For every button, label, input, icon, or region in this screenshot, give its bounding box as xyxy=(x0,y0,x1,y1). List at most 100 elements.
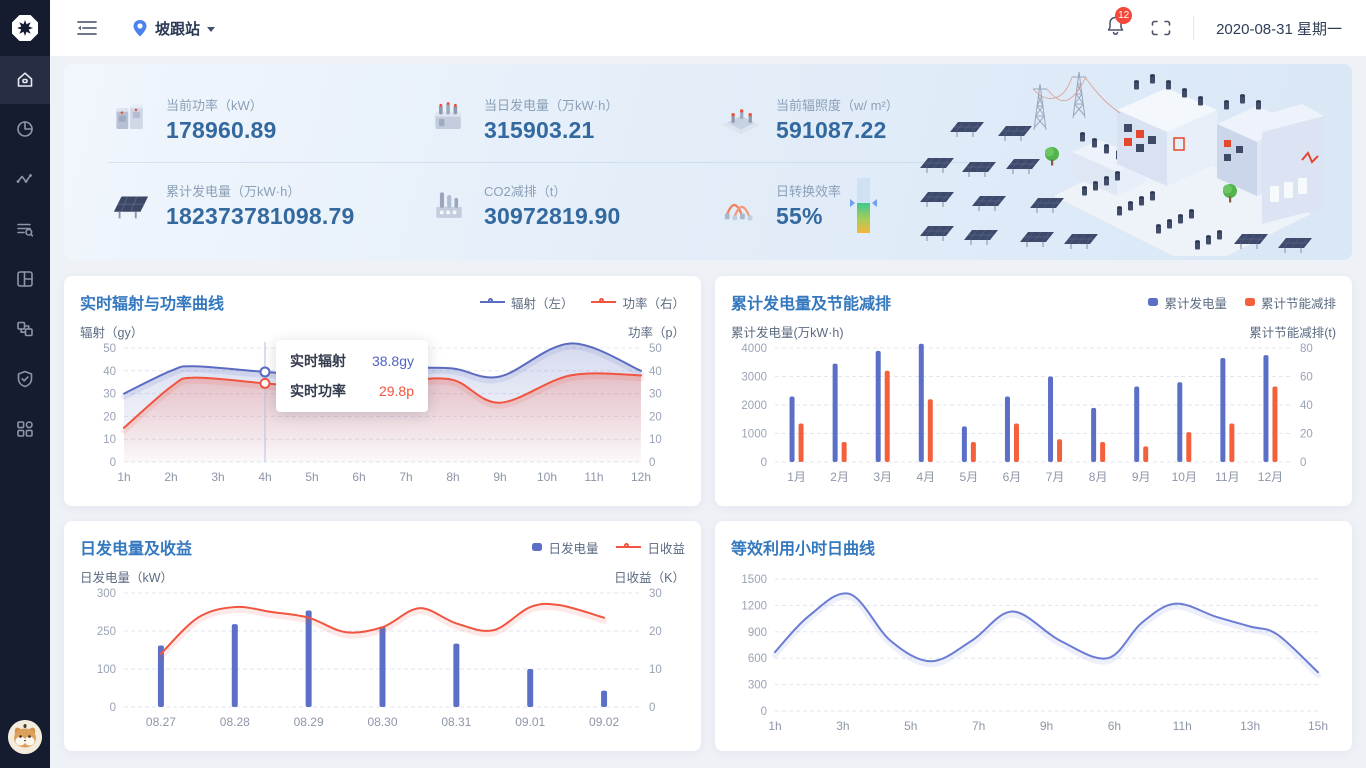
svg-text:09.02: 09.02 xyxy=(589,715,619,729)
svg-text:1000: 1000 xyxy=(741,429,767,441)
home-icon xyxy=(15,70,35,90)
layout-board-icon xyxy=(15,269,35,289)
chart-area[interactable]: 001000202000403000604000801月2月3月4月5月6月7月… xyxy=(731,338,1336,493)
app-logo xyxy=(0,0,50,56)
chart-area[interactable]: 00101020203030404050501h2h3h4h5h6h7h8h9h… xyxy=(80,338,685,493)
svg-text:4000: 4000 xyxy=(741,343,767,355)
svg-text:3h: 3h xyxy=(211,470,224,484)
current-date: 2020-08-31 星期一 xyxy=(1216,18,1342,39)
svg-text:11h: 11h xyxy=(584,470,603,484)
sidebar-item-analytics[interactable] xyxy=(0,104,50,154)
card-cumulative: 累计发电量及节能减排 累计发电量 累计节能减排 累计发电量(万kW·h)累计节能… xyxy=(715,276,1352,506)
sidebar-item-layout[interactable] xyxy=(0,254,50,304)
main-area: 坡跟站 12 2020-08-31 星期一 xyxy=(50,0,1366,768)
legend-line-marker xyxy=(480,301,505,303)
svg-text:0: 0 xyxy=(110,702,116,714)
sidebar-item-topology[interactable] xyxy=(0,304,50,354)
notifications-button[interactable]: 12 xyxy=(1106,15,1125,41)
svg-text:250: 250 xyxy=(97,626,116,638)
card-radiation-power: 实时辐射与功率曲线 辐射（左） 功率（右） 辐射（gy）功率（p） 001010… xyxy=(64,276,701,506)
dashboard-content: 当前功率（kW）178960.89 当日发电量（万kW·h）315903.21 xyxy=(50,56,1366,768)
pie-chart-icon xyxy=(15,119,35,139)
svg-text:6h: 6h xyxy=(1108,719,1121,733)
legend-daily-generation[interactable]: 日发电量 xyxy=(532,538,598,557)
station-selector[interactable]: 坡跟站 xyxy=(132,18,215,39)
sidebar-item-report[interactable] xyxy=(0,204,50,254)
gauge-marker-left xyxy=(850,199,855,207)
sidebar-item-apps[interactable] xyxy=(0,404,50,454)
legend-radiation[interactable]: 辐射（左） xyxy=(480,293,574,312)
map-pin-icon xyxy=(132,19,148,38)
svg-text:3月: 3月 xyxy=(873,470,892,484)
svg-text:30: 30 xyxy=(103,389,116,401)
daily-revenue-chart[interactable]: 0010010250203003008.2708.2808.2908.3008.… xyxy=(80,583,685,733)
svg-text:0: 0 xyxy=(1300,457,1306,469)
svg-text:9h: 9h xyxy=(1040,719,1053,733)
svg-text:30: 30 xyxy=(649,389,662,401)
stat-current-power: 当前功率（kW）178960.89 xyxy=(108,95,426,144)
stat-total-generation: 累计发电量（万kW·h）182373781098.79 xyxy=(108,181,426,230)
svg-text:2000: 2000 xyxy=(741,400,767,412)
legend-cumulative-savings[interactable]: 累计节能减排 xyxy=(1245,293,1336,312)
menu-collapse-icon xyxy=(76,19,98,37)
svg-text:30: 30 xyxy=(649,588,662,600)
svg-text:2h: 2h xyxy=(164,470,177,484)
top-header: 坡跟站 12 2020-08-31 星期一 xyxy=(50,0,1366,56)
sidebar-item-monitor[interactable] xyxy=(0,154,50,204)
svg-text:40: 40 xyxy=(649,366,662,378)
cumulative-chart[interactable]: 001000202000403000604000801月2月3月4月5月6月7月… xyxy=(731,338,1336,488)
svg-text:7h: 7h xyxy=(399,470,412,484)
sensor-array-icon xyxy=(718,100,764,138)
fullscreen-button[interactable] xyxy=(1151,20,1171,36)
sidebar-item-home[interactable] xyxy=(0,56,50,104)
legend-daily-revenue[interactable]: 日收益 xyxy=(616,538,685,557)
menu-collapse-button[interactable] xyxy=(76,19,98,37)
utilization-hours-chart[interactable]: 0300600900120015001h3h5h7h9h6h11h13h15h xyxy=(731,569,1336,737)
svg-text:1月: 1月 xyxy=(787,470,806,484)
svg-text:6月: 6月 xyxy=(1003,470,1022,484)
svg-text:08.27: 08.27 xyxy=(146,715,176,729)
svg-text:40: 40 xyxy=(1300,400,1313,412)
svg-text:1h: 1h xyxy=(768,719,781,733)
svg-text:10: 10 xyxy=(649,664,662,676)
transformer-icon xyxy=(426,100,472,138)
chart-area[interactable]: 0300600900120015001h3h5h7h9h6h11h13h15h xyxy=(731,569,1336,742)
svg-text:0: 0 xyxy=(649,457,655,469)
svg-text:3h: 3h xyxy=(836,719,849,733)
legend-square-marker xyxy=(1148,298,1158,306)
user-avatar[interactable] xyxy=(8,720,42,754)
svg-text:9月: 9月 xyxy=(1132,470,1151,484)
legend-cumulative-generation[interactable]: 累计发电量 xyxy=(1148,293,1227,312)
legend-power[interactable]: 功率（右） xyxy=(591,293,685,312)
chart-tooltip: 实时辐射38.8gy 实时功率29.8p xyxy=(276,340,428,412)
card-daily-revenue: 日发电量及收益 日发电量 日收益 日发电量（kW）日收益（K） 00100102… xyxy=(64,521,701,751)
sidebar-item-safety[interactable] xyxy=(0,354,50,404)
gauge-marker-right xyxy=(872,199,877,207)
svg-text:20: 20 xyxy=(1300,429,1313,441)
legend-line-marker xyxy=(591,301,616,303)
svg-text:09.01: 09.01 xyxy=(515,715,545,729)
efficiency-gauge xyxy=(857,178,870,234)
svg-text:3000: 3000 xyxy=(741,372,767,384)
svg-text:5h: 5h xyxy=(305,470,318,484)
notification-badge: 12 xyxy=(1115,7,1132,24)
svg-text:100: 100 xyxy=(97,664,116,676)
svg-text:1500: 1500 xyxy=(741,574,767,586)
svg-text:1h: 1h xyxy=(117,470,130,484)
left-axis-unit: 辐射（gy） xyxy=(80,322,143,338)
svg-text:08.30: 08.30 xyxy=(367,715,397,729)
svg-text:80: 80 xyxy=(1300,343,1313,355)
kpi-banner: 当前功率（kW）178960.89 当日发电量（万kW·h）315903.21 xyxy=(64,64,1352,260)
shield-check-icon xyxy=(15,369,35,389)
svg-text:10月: 10月 xyxy=(1172,470,1197,484)
chart-area[interactable]: 0010010250203003008.2708.2808.2908.3008.… xyxy=(80,583,685,738)
svg-text:900: 900 xyxy=(748,627,767,639)
pipeline-icon xyxy=(718,187,764,225)
svg-text:7月: 7月 xyxy=(1046,470,1065,484)
chart-legend: 累计发电量 累计节能减排 xyxy=(1148,293,1336,312)
factory-icon xyxy=(426,187,472,225)
fullscreen-icon xyxy=(1151,20,1171,36)
svg-text:50: 50 xyxy=(649,343,662,355)
svg-text:15h: 15h xyxy=(1308,719,1328,733)
svg-text:2月: 2月 xyxy=(830,470,849,484)
